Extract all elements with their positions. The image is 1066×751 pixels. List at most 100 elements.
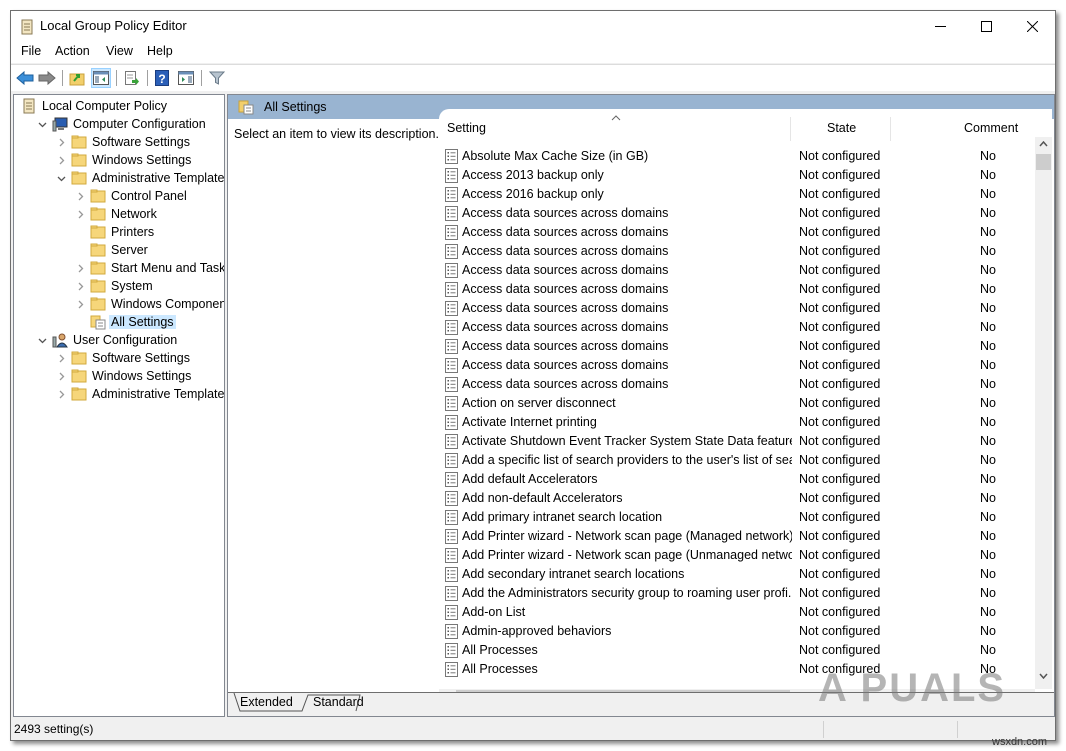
tab-standard[interactable]: Standard — [309, 695, 368, 713]
tree-item-administrative-templates[interactable]: Administrative Templates — [55, 385, 224, 403]
show-hide-tree-button[interactable] — [91, 68, 111, 88]
chevron-down-icon[interactable] — [55, 169, 67, 187]
vertical-scrollbar[interactable] — [1035, 137, 1052, 689]
tree-item-control-panel[interactable]: Control Panel — [74, 187, 189, 205]
setting-row[interactable]: Add primary intranet search location Not … — [439, 508, 1039, 527]
chevron-right-icon[interactable] — [55, 385, 67, 403]
up-folder-button[interactable] — [67, 68, 87, 88]
chevron-right-icon[interactable] — [74, 187, 86, 205]
tab-extended[interactable]: Extended — [236, 695, 297, 713]
tree-item-printers[interactable]: Printers — [74, 223, 156, 241]
setting-comment: No — [980, 320, 996, 334]
setting-comment: No — [980, 301, 996, 315]
tree-item-network[interactable]: Network — [74, 205, 159, 223]
scroll-down-icon[interactable] — [1039, 673, 1048, 679]
vertical-scroll-thumb[interactable] — [1036, 154, 1051, 170]
tree-item-system[interactable]: System — [74, 277, 155, 295]
tree-item-local-computer-policy[interactable]: Local Computer Policy — [17, 97, 169, 115]
column-header-state[interactable]: State — [827, 121, 856, 135]
tree-item-label: Windows Settings — [92, 369, 192, 383]
tree-item-windows-components[interactable]: Windows Components — [74, 295, 224, 313]
setting-state: Not configured — [799, 605, 881, 619]
chevron-right-icon[interactable] — [55, 367, 67, 385]
chevron-right-icon[interactable] — [74, 277, 86, 295]
title-bar[interactable]: Local Group Policy Editor — [11, 11, 1055, 41]
chevron-right-icon[interactable] — [74, 205, 86, 223]
menu-help[interactable]: Help — [147, 44, 173, 58]
setting-row[interactable]: Access data sources across domains Not co… — [439, 375, 1039, 394]
tree-item-computer-configuration[interactable]: Computer Configuration — [36, 115, 208, 133]
chevron-down-icon[interactable] — [36, 331, 48, 349]
close-button[interactable] — [1009, 11, 1055, 41]
tree-item-windows-settings[interactable]: Windows Settings — [55, 367, 193, 385]
tree-item-software-settings[interactable]: Software Settings — [55, 349, 192, 367]
minimize-button[interactable] — [917, 11, 963, 41]
chevron-down-icon[interactable] — [36, 115, 48, 133]
tree-item-user-configuration[interactable]: User Configuration — [36, 331, 179, 349]
show-action-pane-button[interactable] — [176, 68, 196, 88]
setting-row[interactable]: Access 2016 backup only Not configured No — [439, 185, 1039, 204]
tree-item-all-settings[interactable]: All Settings — [74, 313, 176, 331]
setting-state: Not configured — [799, 434, 881, 448]
column-divider[interactable] — [890, 117, 891, 141]
console-tree[interactable]: Local Computer Policy Computer Configurat… — [13, 94, 225, 717]
setting-row[interactable]: Action on server disconnect Not configure… — [439, 394, 1039, 413]
column-header-setting[interactable]: Setting — [447, 121, 486, 135]
setting-row[interactable]: Access data sources across domains Not co… — [439, 261, 1039, 280]
chevron-right-icon[interactable] — [74, 259, 86, 277]
setting-comment: No — [980, 358, 996, 372]
setting-name: Access data sources across domains — [462, 206, 669, 220]
filter-button[interactable] — [207, 68, 227, 88]
setting-row[interactable]: Access data sources across domains Not co… — [439, 337, 1039, 356]
setting-row[interactable]: Access data sources across domains Not co… — [439, 299, 1039, 318]
tree-item-start-menu-and-taskbar[interactable]: Start Menu and Taskbar — [74, 259, 224, 277]
setting-row[interactable]: Access data sources across domains Not co… — [439, 242, 1039, 261]
setting-name: Access data sources across domains — [462, 263, 669, 277]
column-header-comment[interactable]: Comment — [964, 121, 1018, 135]
column-divider[interactable] — [790, 117, 791, 141]
setting-row[interactable]: Add non-default Accelerators Not configur… — [439, 489, 1039, 508]
setting-row[interactable]: Add default Accelerators Not configured No — [439, 470, 1039, 489]
setting-comment: No — [980, 605, 996, 619]
chevron-right-icon[interactable] — [55, 349, 67, 367]
menu-action[interactable]: Action — [55, 44, 90, 58]
chevron-right-icon[interactable] — [74, 295, 86, 313]
scroll-up-icon[interactable] — [1039, 141, 1048, 147]
setting-row[interactable]: Access data sources across domains Not co… — [439, 223, 1039, 242]
expander-placeholder — [74, 223, 86, 241]
tree-item-server[interactable]: Server — [74, 241, 150, 259]
menu-view[interactable]: View — [106, 44, 133, 58]
setting-state: Not configured — [799, 168, 881, 182]
details-pane: All Settings Select an item to view its … — [227, 94, 1055, 717]
arrow-left-icon — [16, 71, 34, 85]
setting-row[interactable]: Add the Administrators security group to… — [439, 584, 1039, 603]
export-list-button[interactable] — [122, 68, 142, 88]
setting-row[interactable]: Access data sources across domains Not co… — [439, 280, 1039, 299]
tree-item-windows-settings[interactable]: Windows Settings — [55, 151, 193, 169]
setting-row[interactable]: Activate Shutdown Event Tracker System S… — [439, 432, 1039, 451]
setting-row[interactable]: Add Printer wizard - Network scan page (… — [439, 546, 1039, 565]
setting-comment: No — [980, 415, 996, 429]
setting-row[interactable]: Access data sources across domains Not co… — [439, 204, 1039, 223]
setting-name: Add-on List — [462, 605, 526, 619]
setting-row[interactable]: Access 2013 backup only Not configured No — [439, 166, 1039, 185]
setting-row[interactable]: Absolute Max Cache Size (in GB) Not confi… — [439, 147, 1039, 166]
forward-button[interactable] — [37, 68, 57, 88]
menu-file[interactable]: File — [21, 44, 41, 58]
help-button[interactable]: ? — [152, 68, 172, 88]
maximize-button[interactable] — [963, 11, 1009, 41]
tree-item-administrative-templates[interactable]: Administrative Templates — [55, 169, 224, 187]
setting-row[interactable]: Access data sources across domains Not co… — [439, 356, 1039, 375]
chevron-right-icon[interactable] — [55, 151, 67, 169]
setting-row[interactable]: Activate Internet printing Not configured… — [439, 413, 1039, 432]
setting-row[interactable]: Add-on List Not configured No — [439, 603, 1039, 622]
setting-row[interactable]: Add Printer wizard - Network scan page (… — [439, 527, 1039, 546]
setting-row[interactable]: All Processes Not configured No — [439, 641, 1039, 660]
setting-row[interactable]: Access data sources across domains Not co… — [439, 318, 1039, 337]
setting-row[interactable]: Add secondary intranet search locations N… — [439, 565, 1039, 584]
setting-row[interactable]: Add a specific list of search providers … — [439, 451, 1039, 470]
setting-row[interactable]: Admin-approved behaviors Not configured No — [439, 622, 1039, 641]
chevron-right-icon[interactable] — [55, 133, 67, 151]
back-button[interactable] — [15, 68, 35, 88]
tree-item-software-settings[interactable]: Software Settings — [55, 133, 192, 151]
